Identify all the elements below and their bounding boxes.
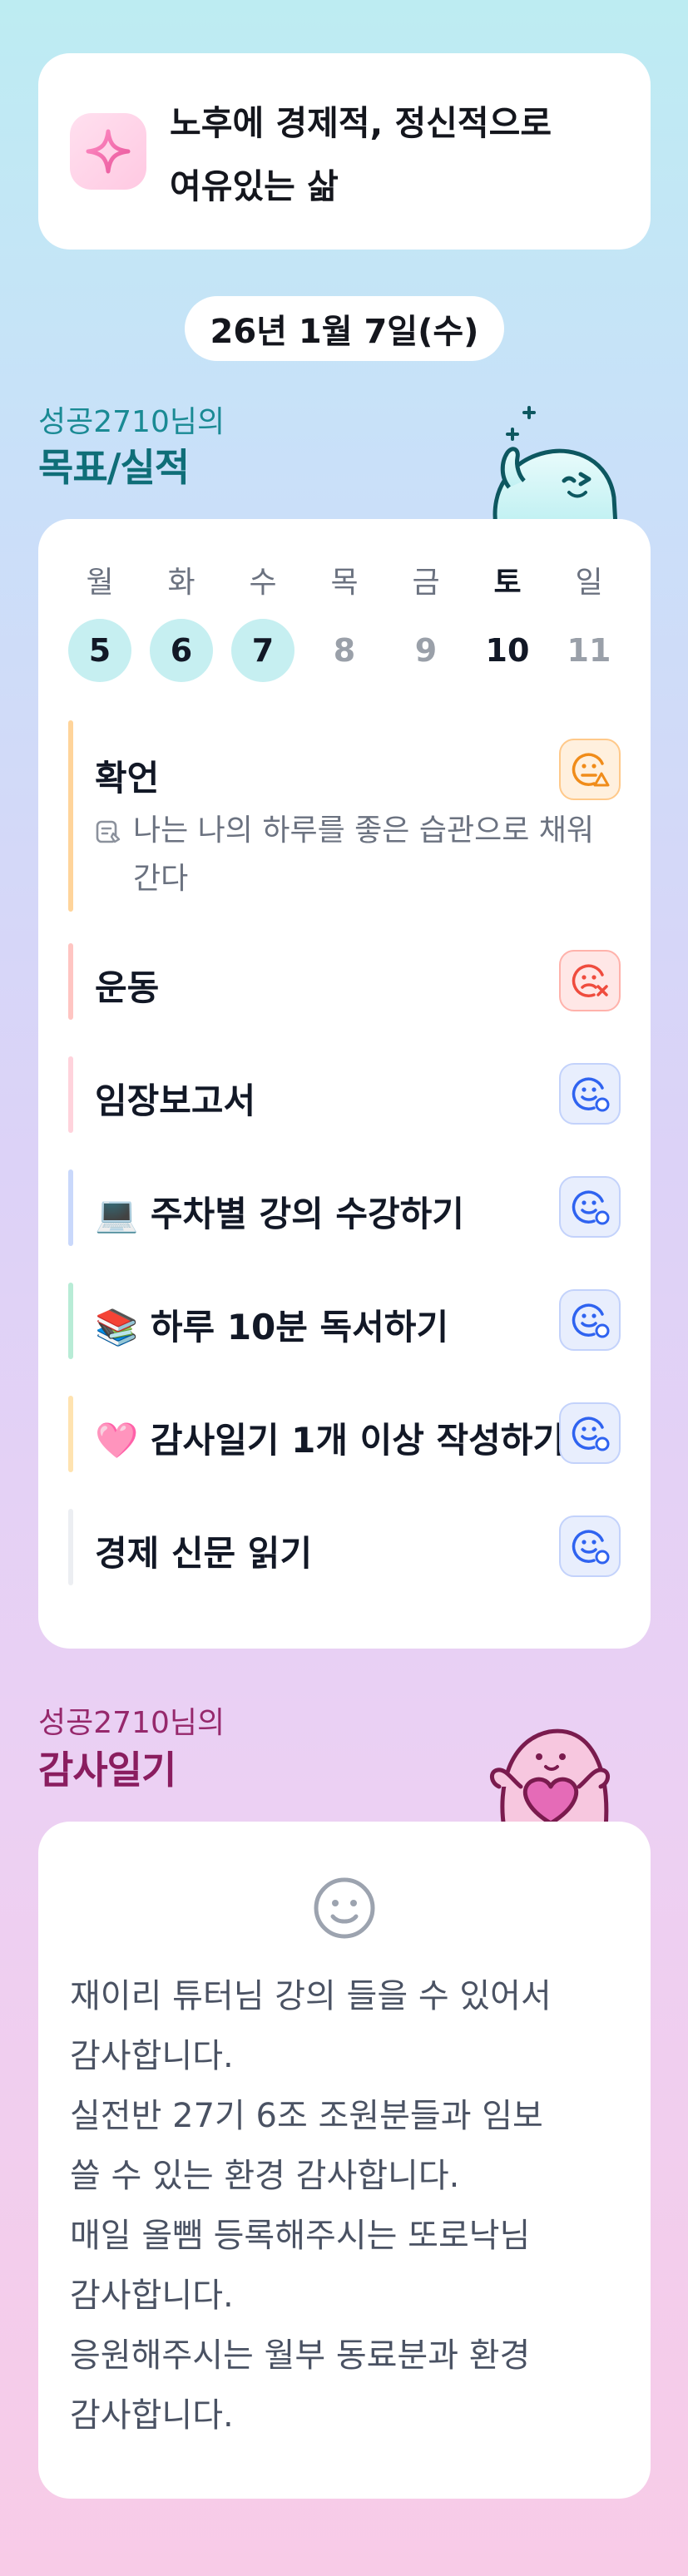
day-name: 금 <box>412 566 440 600</box>
goal-item[interactable]: 경제 신문 읽기 <box>68 1509 621 1585</box>
day-mon[interactable]: 월 5 <box>68 562 131 682</box>
day-fri[interactable]: 금 9 <box>394 562 458 682</box>
day-wed[interactable]: 수 7 <box>231 562 295 682</box>
day-tue[interactable]: 화 6 <box>150 562 213 682</box>
day-sun[interactable]: 일 11 <box>557 562 621 682</box>
face-check-icon[interactable] <box>559 1289 621 1351</box>
day-date: 11 <box>567 632 611 669</box>
face-check-icon[interactable] <box>559 1176 621 1238</box>
goal-item-note: 나는 나의 하루를 좋은 습관으로 채워간다 <box>95 807 611 903</box>
gratitude-section-title: 감사일기 <box>38 1748 176 1792</box>
day-thu[interactable]: 목 8 <box>313 562 376 682</box>
date-pill[interactable]: 26년 1월 7일(수) <box>185 296 504 361</box>
goal-item-bar <box>68 1056 73 1133</box>
face-check-icon[interactable] <box>559 1063 621 1125</box>
mascot-teal-illustration <box>492 406 618 526</box>
face-warning-icon[interactable] <box>559 739 621 800</box>
goal-item[interactable]: 💻 주차별 강의 수강하기 <box>68 1169 621 1246</box>
day-name: 일 <box>575 566 603 600</box>
goal-item-name: 🩷 감사일기 1개 이상 작성하기 <box>95 1420 561 1461</box>
goal-item[interactable]: 임장보고서 <box>68 1056 621 1133</box>
week-strip: 월 5 화 6 수 7 목 8 금 9 토 10 일 11 <box>68 562 621 682</box>
face-x-icon[interactable] <box>559 950 621 1011</box>
gratitude-card[interactable]: 재이리 튜터님 강의 들을 수 있어서 감사합니다. 실전반 27기 6조 조원… <box>38 1822 651 2499</box>
face-check-icon[interactable] <box>559 1515 621 1577</box>
gratitude-section-subtitle: 성공2710님의 <box>38 1706 225 1740</box>
goals-section-subtitle: 성공2710님의 <box>38 405 225 439</box>
goal-item-name: 운동 <box>95 967 160 1008</box>
goal-item[interactable]: 📚 하루 10분 독서하기 <box>68 1283 621 1359</box>
mascot-pink-illustration <box>490 1728 610 1828</box>
goal-item-name: 💻 주차별 강의 수강하기 <box>95 1194 464 1234</box>
smile-face-icon <box>314 1877 375 1939</box>
goal-item-bar <box>68 1169 73 1246</box>
day-date: 5 <box>68 619 131 682</box>
goal-card[interactable]: 노후에 경제적, 정신적으로 여유있는 삶 <box>38 53 651 250</box>
face-check-icon[interactable] <box>559 1402 621 1464</box>
goal-item-note-text: 나는 나의 하루를 좋은 습관으로 채워간다 <box>133 813 595 896</box>
day-name: 월 <box>86 566 114 600</box>
goal-item[interactable]: 운동 <box>68 943 621 1020</box>
goal-item-bar <box>68 943 73 1020</box>
day-name: 토 <box>493 566 522 600</box>
goal-item-bar <box>68 1509 73 1585</box>
goals-card: 월 5 화 6 수 7 목 8 금 9 토 10 일 11 확언 나는 나의 하… <box>38 519 651 1649</box>
goal-item[interactable]: 확언 나는 나의 하루를 좋은 습관으로 채워간다 <box>68 720 621 912</box>
day-name: 목 <box>330 566 359 600</box>
day-date: 7 <box>231 619 295 682</box>
day-date: 9 <box>414 632 438 669</box>
goal-item-name: 확언 <box>95 758 160 799</box>
gratitude-text: 재이리 튜터님 강의 들을 수 있어서 감사합니다. 실전반 27기 6조 조원… <box>70 1977 552 2435</box>
goal-item-bar <box>68 720 73 912</box>
day-sat[interactable]: 토 10 <box>476 562 539 682</box>
day-name: 수 <box>249 566 277 600</box>
goal-item-name: 임장보고서 <box>95 1080 256 1121</box>
goal-item-bar <box>68 1283 73 1359</box>
goal-item[interactable]: 🩷 감사일기 1개 이상 작성하기 <box>68 1396 621 1472</box>
goals-section-title: 목표/실적 <box>38 445 190 490</box>
sparkle-icon <box>70 113 146 190</box>
day-date: 8 <box>333 632 356 669</box>
goal-item-name: 경제 신문 읽기 <box>95 1533 313 1574</box>
day-name: 화 <box>167 566 196 600</box>
goal-text: 노후에 경제적, 정신적으로 여유있는 삶 <box>170 103 552 206</box>
day-date: 10 <box>485 632 530 669</box>
goal-item-bar <box>68 1396 73 1472</box>
goal-item-name: 📚 하루 10분 독서하기 <box>95 1307 449 1347</box>
day-date: 6 <box>150 619 213 682</box>
memo-icon <box>96 820 121 843</box>
